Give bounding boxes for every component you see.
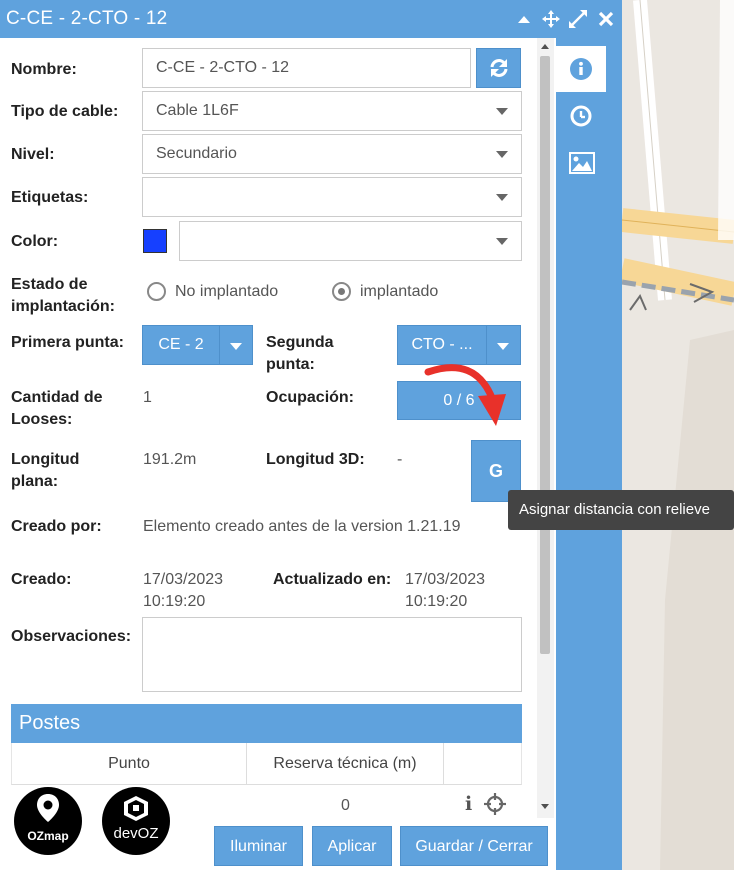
observaciones-textarea[interactable]: [142, 617, 522, 692]
observaciones-label: Observaciones:: [11, 628, 132, 645]
devoz-logo-text: devOZ: [113, 825, 159, 842]
longitud-3d-value: -: [397, 451, 403, 468]
ocupacion-label: Ocupación:: [266, 389, 355, 406]
radio-implantado-label: implantado: [360, 283, 439, 300]
image-icon: [569, 152, 595, 174]
color-label: Color:: [11, 233, 59, 250]
info-icon[interactable]: i: [465, 793, 472, 815]
clock-icon: [570, 105, 592, 127]
map-pin-icon: [37, 794, 59, 822]
tab-images[interactable]: [556, 142, 606, 182]
longitud-plana-label-line1: Longitud: [11, 451, 80, 468]
annotation-arrow: [424, 364, 506, 426]
cantidad-looses-label-line2: Looses:: [11, 411, 73, 428]
chevron-down-icon: [497, 343, 509, 350]
collapse-icon[interactable]: [516, 9, 536, 29]
primera-punta-button[interactable]: CE - 2: [142, 325, 220, 365]
estado-label-line2: implantación:: [11, 298, 116, 315]
chevron-down-icon: [496, 151, 508, 158]
nivel-value: Secundario: [156, 145, 237, 162]
primera-punta-dropdown[interactable]: [219, 325, 253, 365]
google-icon: G: [488, 461, 503, 481]
primera-punta-label: Primera punta:: [11, 334, 124, 351]
devoz-logo: devOZ: [102, 787, 170, 855]
longitud-plana-value: 191.2m: [143, 451, 197, 468]
postes-title: Postes: [19, 712, 81, 734]
col-punto: Punto: [12, 743, 247, 784]
tab-info[interactable]: [556, 46, 606, 92]
chevron-down-icon: [230, 343, 242, 350]
ozmap-logo: OZmap: [14, 787, 82, 855]
panel-footer: Iluminar Aplicar Guardar / Cerrar: [0, 818, 556, 870]
segunda-punta-button[interactable]: CTO - ...: [397, 325, 487, 365]
guardar-cerrar-button[interactable]: Guardar / Cerrar: [400, 826, 548, 866]
refresh-name-button[interactable]: [476, 48, 521, 88]
aplicar-button[interactable]: Aplicar: [312, 826, 392, 866]
iluminar-button[interactable]: Iluminar: [214, 826, 303, 866]
scrollbar[interactable]: [537, 38, 554, 818]
cantidad-looses-value: 1: [143, 389, 152, 406]
refresh-icon: [490, 59, 507, 77]
chevron-down-icon: [496, 108, 508, 115]
cube-icon: [124, 796, 148, 821]
panel-title: C-CE - 2-CTO - 12: [6, 8, 168, 29]
tipo-cable-select[interactable]: Cable 1L6F: [142, 91, 522, 131]
segunda-punta-dropdown[interactable]: [486, 325, 521, 365]
postes-header: Postes: [11, 704, 522, 743]
longitud-plana-label-line2: plana:: [11, 473, 59, 490]
ozmap-logo-text: OZmap: [27, 829, 69, 843]
radio-selected-dot: [338, 288, 345, 295]
longitud-3d-label: Longitud 3D:: [266, 451, 365, 468]
creado-date: 17/03/2023: [143, 571, 224, 588]
info-circle-icon: [570, 58, 592, 80]
expand-icon[interactable]: [568, 9, 588, 29]
actualizado-label: Actualizado en:: [273, 571, 392, 588]
col-reserva-tecnica: Reserva técnica (m): [247, 743, 444, 784]
reserva-tecnica-value: 0: [341, 797, 350, 814]
segunda-punta-label-line1: Segunda: [266, 334, 334, 351]
radio-no-implantado[interactable]: [147, 282, 166, 301]
actualizado-time: 10:19:20: [405, 593, 468, 610]
scroll-thumb[interactable]: [540, 56, 550, 654]
panel-titlebar[interactable]: C-CE - 2-CTO - 12: [0, 0, 622, 38]
nombre-input[interactable]: C-CE - 2-CTO - 12: [142, 48, 471, 88]
panel-tab-column: [556, 38, 606, 870]
creado-label: Creado:: [11, 571, 72, 588]
tipo-cable-label: Tipo de cable:: [11, 103, 119, 120]
tooltip: Asignar distancia con relieve: [508, 490, 734, 530]
segunda-punta-label-line2: punta:: [266, 356, 315, 373]
scroll-up-icon[interactable]: [541, 44, 549, 49]
estado-label-line1: Estado de: [11, 276, 88, 293]
radio-implantado[interactable]: [332, 282, 351, 301]
move-icon[interactable]: [541, 9, 561, 29]
etiquetas-label: Etiquetas:: [11, 189, 89, 206]
nivel-select[interactable]: Secundario: [142, 134, 522, 174]
creado-por-label: Creado por:: [11, 518, 102, 535]
nombre-value: C-CE - 2-CTO - 12: [156, 59, 290, 76]
color-swatch[interactable]: [143, 229, 167, 253]
scroll-down-icon[interactable]: [541, 804, 549, 809]
nivel-label: Nivel:: [11, 146, 55, 163]
creado-por-value: Elemento creado antes de la version 1.21…: [143, 518, 461, 535]
chevron-down-icon: [496, 238, 508, 245]
cantidad-looses-label-line1: Cantidad de: [11, 389, 103, 406]
creado-time: 10:19:20: [143, 593, 206, 610]
color-select[interactable]: [179, 221, 522, 261]
chevron-down-icon: [496, 194, 508, 201]
tab-history[interactable]: [556, 96, 606, 136]
tipo-cable-value: Cable 1L6F: [156, 102, 239, 119]
close-icon[interactable]: [596, 9, 616, 29]
locate-icon[interactable]: [484, 793, 506, 818]
radio-no-implantado-label: No implantado: [175, 283, 279, 300]
table-row: 0 i: [11, 786, 522, 818]
actualizado-date: 17/03/2023: [405, 571, 486, 588]
segunda-punta-value: CTO - ...: [411, 336, 473, 353]
postes-table-head: Punto Reserva técnica (m): [11, 743, 522, 785]
nombre-label: Nombre:: [11, 61, 77, 78]
primera-punta-value: CE - 2: [158, 336, 204, 353]
etiquetas-select[interactable]: [142, 177, 522, 217]
